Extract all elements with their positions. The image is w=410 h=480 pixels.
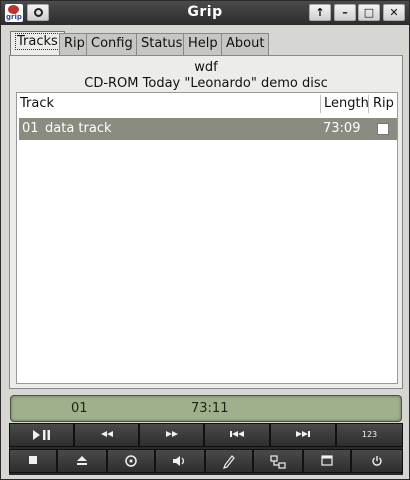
play-mode-button[interactable]: 123 [336, 423, 403, 447]
tab-config[interactable]: Config [86, 33, 138, 55]
maximize-button[interactable]: □ [358, 4, 380, 21]
previous-track-button[interactable] [204, 423, 270, 447]
current-time[interactable]: 73:11 [191, 396, 228, 421]
column-divider [320, 95, 321, 113]
next-track-icon [296, 431, 310, 437]
title-bar[interactable]: grip Grip ↑ – □ ✕ [1, 1, 409, 25]
play-pause-button[interactable] [9, 423, 74, 447]
minimize-button[interactable]: – [334, 4, 356, 21]
tab-about[interactable]: About [221, 33, 270, 55]
shade-button[interactable]: ↑ [309, 4, 331, 21]
edit-button[interactable] [205, 449, 253, 473]
column-header-rip[interactable]: Rip [373, 93, 397, 115]
track-list[interactable]: Track Length Rip 01 data track 73:09 [16, 92, 398, 384]
fast-forward-button[interactable] [139, 423, 204, 447]
network-button[interactable] [253, 449, 303, 473]
current-track-number: 01 [71, 401, 88, 416]
play-mode-label: 123 [361, 430, 378, 439]
column-divider [368, 95, 369, 113]
grip-window: grip Grip ↑ – □ ✕ Tracks Rip Config Stat… [0, 0, 410, 480]
tab-bar: Tracks Rip Config Status Help About [9, 31, 403, 56]
track-length: 73:09 [323, 121, 361, 136]
disc-title: CD-ROM Today "Leonardo" demo disc [84, 76, 328, 91]
next-track-button[interactable] [270, 423, 336, 447]
eject-icon [77, 456, 87, 465]
window-mode-button[interactable] [303, 449, 351, 473]
volume-icon [173, 456, 185, 466]
tracks-panel: wdf CD-ROM Today "Leonardo" demo disc Tr… [9, 55, 403, 389]
tab-tracks-label: Tracks [15, 33, 60, 50]
network-icon [270, 455, 286, 469]
track-number: 01 [22, 121, 39, 136]
cd-icon [125, 455, 137, 467]
lcd-display: 01 73:11 [10, 395, 402, 422]
column-header-length[interactable]: Length [324, 93, 370, 115]
eject-button[interactable] [57, 449, 107, 473]
tab-status[interactable]: Status [136, 33, 188, 55]
power-button[interactable] [351, 449, 403, 473]
stop-button[interactable] [9, 449, 57, 473]
rewind-icon [100, 431, 113, 437]
fast-forward-icon [165, 431, 178, 437]
column-header-track[interactable]: Track [19, 93, 319, 115]
rewind-button[interactable] [74, 423, 139, 447]
previous-track-icon [230, 431, 244, 437]
cd-button[interactable] [107, 449, 155, 473]
tab-help[interactable]: Help [183, 33, 223, 55]
power-icon [372, 456, 382, 466]
stop-icon [29, 456, 37, 464]
control-bar: 123 [9, 423, 403, 475]
close-button[interactable]: ✕ [383, 4, 405, 21]
window-icon [321, 455, 333, 466]
edit-icon [223, 455, 235, 469]
tab-tracks[interactable]: Tracks [10, 31, 65, 56]
volume-button[interactable] [155, 449, 205, 473]
track-name: data track [45, 121, 112, 136]
rip-checkbox[interactable] [377, 123, 389, 135]
disc-artist: wdf [194, 60, 218, 75]
track-row[interactable]: 01 data track 73:09 [19, 118, 397, 140]
play-pause-icon [32, 430, 50, 440]
